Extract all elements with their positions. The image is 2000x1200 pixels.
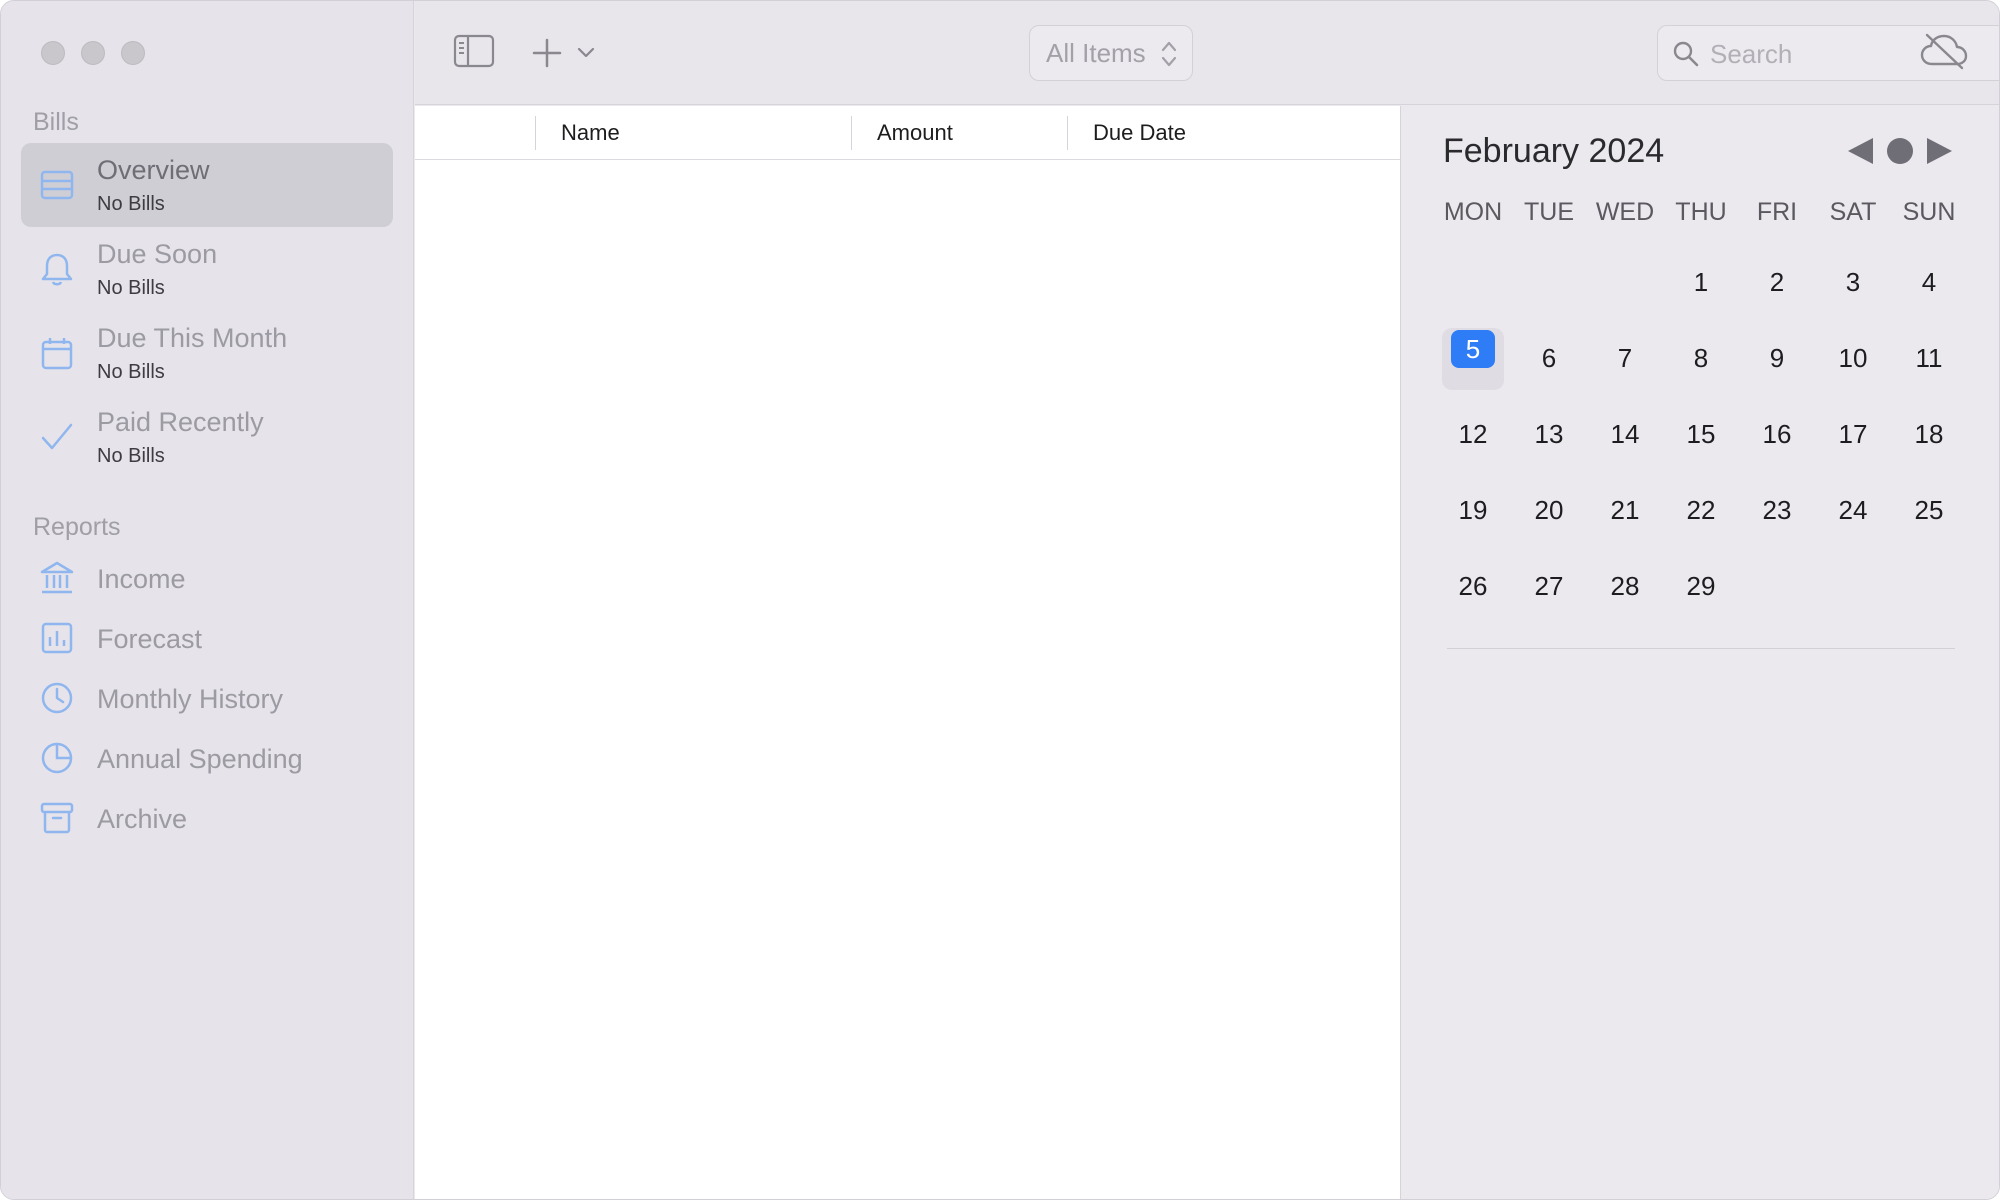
app-window: Bills Overview No Bills Due Soon No Bill… [0, 0, 2000, 1200]
calendar-day[interactable]: 15 [1663, 414, 1739, 454]
sidebar-item-paid-recently[interactable]: Paid Recently No Bills [21, 395, 393, 479]
reports-section-label: Reports [33, 513, 121, 541]
sidebar-item-subtitle: No Bills [97, 361, 165, 383]
weekday-label: WED [1595, 198, 1655, 226]
close-window-button[interactable] [41, 41, 65, 65]
sidebar-item-forecast[interactable]: Forecast [21, 612, 393, 664]
search-icon [1673, 41, 1699, 67]
calendar-day[interactable]: 6 [1511, 338, 1587, 378]
sidebar-item-title: Overview [97, 155, 210, 185]
calendar-month-title: February 2024 [1443, 132, 1665, 170]
sidebar-item-title: Paid Recently [97, 407, 264, 437]
calendar-day[interactable]: 11 [1891, 338, 1967, 378]
column-header-due-date[interactable]: Due Date [1093, 120, 1186, 146]
calendar-day[interactable]: 26 [1435, 566, 1511, 606]
filter-popup-button[interactable]: All Items [1029, 25, 1193, 81]
calendar-day[interactable]: 3 [1815, 262, 1891, 302]
weekday-label: SUN [1902, 198, 1956, 226]
sidebar: Bills Overview No Bills Due Soon No Bill… [1, 1, 414, 1199]
sidebar-item-title: Due This Month [97, 323, 288, 353]
calendar-divider [1447, 648, 1955, 649]
sidebar-item-overview[interactable]: Overview No Bills [21, 143, 393, 227]
calendar-day[interactable]: 22 [1663, 490, 1739, 530]
pie-chart-icon [41, 742, 73, 774]
chevron-down-icon[interactable] [577, 47, 595, 59]
weekday-label: TUE [1524, 198, 1574, 226]
bills-section-label: Bills [33, 108, 79, 136]
cloud-off-icon[interactable] [1919, 31, 1969, 71]
calendar-pane: February 2024 MON TUE WED THU FRI SAT SU… [1400, 106, 1999, 1199]
minimize-window-button[interactable] [81, 41, 105, 65]
column-divider[interactable] [535, 116, 536, 150]
calendar-day[interactable]: 29 [1663, 566, 1739, 606]
calendar-day[interactable]: 23 [1739, 490, 1815, 530]
calendar-day[interactable]: 27 [1511, 566, 1587, 606]
calendar-day[interactable]: 24 [1815, 490, 1891, 530]
sidebar-item-subtitle: No Bills [97, 277, 165, 299]
sidebar-item-title: Archive [97, 804, 188, 834]
calendar-day[interactable]: 12 [1435, 414, 1511, 454]
calendar-day[interactable]: 28 [1587, 566, 1663, 606]
column-header-name[interactable]: Name [561, 120, 620, 146]
filter-popup-value: All Items [1046, 38, 1146, 68]
calendar-day[interactable]: 13 [1511, 414, 1587, 454]
clock-icon [41, 682, 73, 714]
column-divider[interactable] [851, 116, 852, 150]
bar-chart-icon [41, 622, 73, 654]
sidebar-item-income[interactable]: Income [21, 552, 393, 604]
calendar-day[interactable]: 17 [1815, 414, 1891, 454]
calendar-day[interactable]: 4 [1891, 262, 1967, 302]
weekday-label: SAT [1829, 198, 1877, 226]
sidebar-item-subtitle: No Bills [97, 193, 165, 215]
sidebar-item-title: Income [97, 564, 186, 594]
calendar-day[interactable]: 1 [1663, 262, 1739, 302]
calendar-day[interactable]: 20 [1511, 490, 1587, 530]
calendar-day[interactable]: 18 [1891, 414, 1967, 454]
weekday-label: THU [1675, 198, 1727, 226]
add-icon[interactable] [531, 37, 563, 69]
checkmark-icon [41, 423, 73, 450]
sidebar-item-monthly-history[interactable]: Monthly History [21, 672, 393, 724]
sidebar-item-archive[interactable]: Archive [21, 792, 393, 844]
calendar-day[interactable]: 8 [1663, 338, 1739, 378]
weekday-label: FRI [1756, 198, 1798, 226]
calendar-day[interactable]: 21 [1587, 490, 1663, 530]
bank-icon [40, 561, 74, 594]
column-header-amount[interactable]: Amount [877, 120, 953, 146]
up-down-chevron-icon [1161, 41, 1177, 67]
calendar-day[interactable]: 16 [1739, 414, 1815, 454]
sidebar-item-subtitle: No Bills [97, 445, 165, 467]
sidebar-item-annual-spending[interactable]: Annual Spending [21, 732, 393, 784]
sidebar-item-title: Forecast [97, 624, 203, 654]
sidebar-item-title: Monthly History [97, 684, 284, 714]
weekday-label: MON [1443, 198, 1503, 226]
column-divider[interactable] [1067, 116, 1068, 150]
bell-icon [41, 253, 73, 286]
calendar-day[interactable]: 14 [1587, 414, 1663, 454]
sidebar-toggle-icon[interactable] [453, 33, 495, 69]
archive-box-icon [40, 802, 74, 834]
next-month-icon[interactable] [1925, 136, 1955, 166]
calendar-day[interactable]: 10 [1815, 338, 1891, 378]
calendar-day[interactable]: 9 [1739, 338, 1815, 378]
zoom-window-button[interactable] [121, 41, 145, 65]
sidebar-item-title: Annual Spending [97, 744, 303, 774]
bills-table: Name Amount Due Date [415, 106, 1400, 1199]
sidebar-item-title: Due Soon [97, 239, 218, 269]
sidebar-item-due-this-month[interactable]: Due This Month No Bills [21, 311, 393, 395]
calendar-day[interactable]: 2 [1739, 262, 1815, 302]
calendar-day[interactable]: 19 [1435, 490, 1511, 530]
calendar-day[interactable]: 25 [1891, 490, 1967, 530]
calendar-icon [41, 338, 73, 370]
previous-month-icon[interactable] [1845, 136, 1875, 166]
sidebar-item-due-soon[interactable]: Due Soon No Bills [21, 227, 393, 311]
table-header: Name Amount Due Date [415, 106, 1400, 160]
calendar-day[interactable]: 7 [1587, 338, 1663, 378]
calendar-day-today[interactable]: 5 [1451, 330, 1495, 368]
today-dot-icon[interactable] [1885, 136, 1915, 166]
window-controls [41, 41, 145, 65]
list-icon [40, 170, 74, 200]
toolbar: All Items [415, 1, 1999, 105]
